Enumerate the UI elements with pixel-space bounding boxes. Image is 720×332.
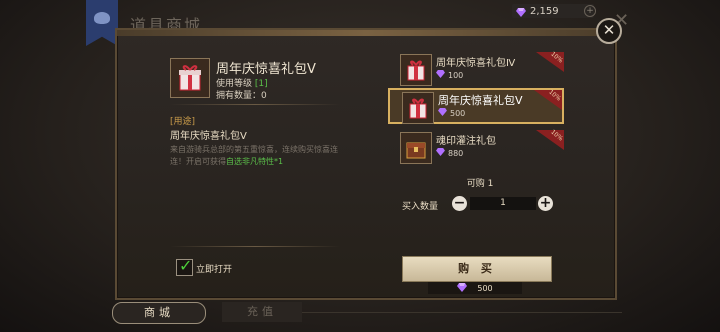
crown-icon (94, 12, 110, 24)
list-item-name: 周年庆惊喜礼包Ⅴ (438, 94, 523, 107)
gem-icon (436, 148, 445, 158)
list-item-price-value: 500 (450, 108, 466, 118)
list-item[interactable]: 周年庆惊喜礼包Ⅳ 100 10% (388, 51, 564, 88)
gift-box-icon (402, 92, 434, 124)
list-item[interactable]: 魂印灌注礼包 880 10% (388, 129, 564, 166)
total-cost-value: 500 (477, 283, 493, 293)
list-item-name: 魂印灌注礼包 (436, 136, 496, 147)
gem-balance-value: 2,159 (530, 5, 559, 17)
divider (170, 246, 340, 247)
gift-box-icon (400, 54, 432, 86)
gem-icon (436, 70, 445, 80)
gem-balance: 2,159 (512, 4, 594, 18)
usage-desc-highlight: 自选非凡特性*1 (226, 157, 284, 166)
list-item-price-value: 100 (448, 70, 464, 80)
total-cost: 500 (428, 282, 522, 294)
list-item-name: 周年庆惊喜礼包Ⅳ (436, 58, 516, 69)
quantity-label: 买入数量 (402, 202, 439, 212)
tab-recharge[interactable]: 充值 (222, 302, 302, 322)
quantity-decrease-button[interactable]: − (452, 196, 467, 211)
open-now-label: 立即打开 (196, 265, 233, 275)
tab-shop[interactable]: 商城 (112, 302, 206, 324)
list-item-selected[interactable]: 周年庆惊喜礼包Ⅴ 500 10% (388, 88, 564, 124)
check-icon: ✓ (179, 256, 193, 275)
selected-item-icon (170, 58, 210, 98)
list-item-price: 100 (436, 70, 463, 80)
list-item-price-value: 880 (448, 148, 464, 158)
gem-icon (516, 2, 526, 21)
chest-icon (400, 132, 432, 164)
quantity-increase-button[interactable]: + (538, 196, 553, 211)
buyable-count: 可购 1 (466, 179, 494, 189)
usage-label: [用途] (170, 117, 196, 127)
selected-item-name: 周年庆惊喜礼包Ⅴ (216, 62, 316, 77)
owned-count: 拥有数量：0 (216, 91, 267, 101)
list-item-price: 880 (436, 148, 463, 158)
close-button[interactable]: ✕ (596, 18, 622, 44)
gem-icon (438, 108, 447, 118)
open-now-checkbox[interactable]: ✓ (176, 256, 193, 276)
divider (170, 104, 340, 105)
add-gems-button[interactable]: + (584, 5, 596, 17)
list-item-price: 500 (438, 108, 465, 118)
gem-icon (457, 282, 468, 294)
divider (302, 312, 622, 313)
quantity-input[interactable]: 1 (470, 197, 536, 210)
usage-description: 来自游骑兵总部的第五重惊喜，连续购买惊喜连连！开启可获得自选非凡特性*1 (170, 144, 340, 168)
buy-button[interactable]: 购 买 (402, 256, 552, 282)
usage-item-name: 周年庆惊喜礼包Ⅴ (170, 131, 247, 142)
